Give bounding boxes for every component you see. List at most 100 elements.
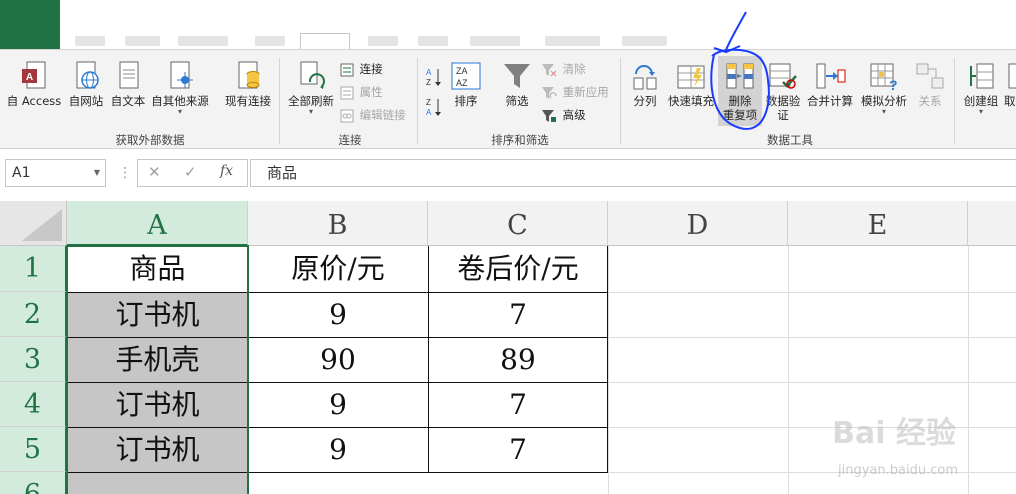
existing-connections-button[interactable]: 现有连接 — [220, 60, 276, 108]
tab-data[interactable] — [300, 33, 350, 49]
from-text-label: 自文本 — [110, 94, 146, 108]
svg-text:Z: Z — [426, 78, 431, 87]
cell-c1[interactable]: 卷后价/元 — [428, 246, 608, 292]
ribbon-tab-strip — [0, 0, 1016, 49]
formula-input[interactable]: 商品 — [250, 159, 1016, 187]
gridline — [608, 246, 609, 494]
relationships-button[interactable]: 关系 — [912, 60, 948, 108]
what-if-analysis-button[interactable]: ? 模拟分析 ▾ — [857, 60, 911, 116]
connections-button[interactable]: 连接 — [340, 60, 383, 78]
sort-button[interactable]: ZA AZ 排序 — [446, 60, 486, 108]
svg-text:ZA: ZA — [456, 66, 468, 76]
sort-ascending-icon: AZ — [426, 68, 441, 87]
cell-c5[interactable]: 7 — [428, 427, 608, 472]
refresh-icon — [300, 61, 325, 89]
column-header-b[interactable]: B — [248, 201, 428, 246]
reapply-label: 重新应用 — [562, 85, 609, 99]
reapply-button[interactable]: 重新应用 — [541, 83, 609, 101]
file-tab[interactable] — [0, 0, 60, 49]
text-to-columns-icon — [633, 65, 657, 90]
clear-label: 清除 — [562, 62, 586, 76]
cell-b4[interactable]: 9 — [248, 382, 428, 427]
name-box[interactable]: A1 ▼ — [5, 159, 106, 187]
group-button[interactable]: 创建组 ▾ — [958, 60, 1004, 116]
ribbon-data: A 自 Access 自网站 自文本 自其他来源 ▾ 现有连接 获取外部数据 全… — [0, 11, 1016, 149]
column-header-c[interactable]: C — [428, 201, 608, 246]
cancel-icon[interactable]: ✕ — [148, 163, 161, 181]
tab-formulas[interactable] — [255, 36, 285, 46]
row-header-3[interactable]: 3 — [0, 337, 67, 382]
from-other-sources-button[interactable]: 自其他来源 ▾ — [148, 60, 212, 116]
group-label-external-data: 获取外部数据 — [115, 133, 185, 147]
column-header-d[interactable]: D — [608, 201, 788, 246]
cell-b3[interactable]: 90 — [248, 337, 428, 382]
web-icon — [76, 61, 99, 89]
edit-links-button[interactable]: 编辑链接 — [340, 106, 406, 124]
svg-text:A: A — [426, 68, 432, 77]
worksheet-grid: A B C D E 1 2 3 4 5 6 商品 订书机 手机壳 订书机 订书机… — [0, 201, 1016, 494]
filter-button[interactable]: 筛选 — [496, 60, 538, 108]
svg-text:?: ? — [889, 77, 898, 92]
advanced-filter-button[interactable]: 高级 — [541, 106, 586, 124]
group-divider — [279, 58, 280, 144]
chevron-down-icon: ▾ — [881, 107, 886, 116]
chevron-down-icon[interactable]: ▼ — [94, 160, 100, 186]
cell-c2[interactable]: 7 — [428, 292, 608, 337]
cell-c3[interactable]: 89 — [428, 337, 608, 382]
tab-page-layout[interactable] — [178, 36, 228, 46]
select-all-button[interactable] — [0, 201, 67, 246]
row-header-1[interactable]: 1 — [0, 246, 67, 292]
gridline — [788, 246, 789, 494]
column-header-f[interactable] — [968, 201, 1016, 246]
cell-b5[interactable]: 9 — [248, 427, 428, 472]
ungroup-button[interactable]: 取 — [1004, 60, 1016, 108]
tab-addins[interactable] — [545, 36, 600, 46]
tab-developer[interactable] — [470, 36, 520, 46]
refresh-all-button[interactable]: 全部刷新 ▾ — [284, 60, 338, 116]
tab-insert[interactable] — [125, 36, 160, 46]
advanced-filter-icon — [542, 109, 556, 122]
text-to-columns-button[interactable]: 分列 — [627, 60, 663, 108]
tab-view[interactable] — [418, 36, 448, 46]
column-header-a[interactable]: A — [67, 201, 248, 246]
cell-c4[interactable]: 7 — [428, 382, 608, 427]
sort-icon: ZA AZ — [451, 62, 481, 90]
edit-links-label: 编辑链接 — [359, 108, 406, 122]
connections-icon — [340, 63, 354, 76]
group-label: 创建组 — [963, 94, 999, 108]
row-header-4[interactable]: 4 — [0, 382, 67, 427]
formula-bar-resize-handle[interactable]: ⋮ — [118, 163, 132, 183]
row-header-5[interactable]: 5 — [0, 427, 67, 472]
what-if-analysis-label: 模拟分析 — [861, 94, 907, 108]
filter-label: 筛选 — [505, 94, 529, 108]
svg-text:A: A — [26, 72, 33, 83]
tab-review[interactable] — [368, 36, 398, 46]
consolidate-button[interactable]: 合并计算 — [804, 60, 856, 108]
cell-b2[interactable]: 9 — [248, 292, 428, 337]
column-header-e[interactable]: E — [788, 201, 968, 246]
group-divider — [954, 58, 955, 144]
enter-icon[interactable]: ✓ — [184, 163, 197, 181]
name-box-value: A1 — [12, 165, 31, 181]
from-text-button[interactable]: 自文本 — [108, 60, 148, 108]
clear-filter-button[interactable]: 清除 — [541, 60, 586, 78]
advanced-label: 高级 — [562, 108, 586, 122]
existing-connections-label: 现有连接 — [225, 94, 271, 108]
insert-function-icon[interactable]: fx — [220, 163, 233, 179]
sort-descending-button[interactable]: ZA — [425, 96, 445, 117]
from-access-button[interactable]: A 自 Access — [4, 60, 64, 108]
ungroup-label: 取 — [1004, 94, 1016, 108]
row-header-6[interactable]: 6 — [0, 472, 67, 494]
from-web-button[interactable]: 自网站 — [64, 60, 108, 108]
row-header-2[interactable]: 2 — [0, 292, 67, 337]
sort-ascending-button[interactable]: AZ — [425, 66, 445, 87]
properties-button[interactable]: 属性 — [340, 83, 383, 101]
from-other-sources-label: 自其他来源 — [151, 94, 209, 108]
consolidate-icon — [816, 63, 846, 89]
tab-team[interactable] — [622, 36, 667, 46]
cell-b1[interactable]: 原价/元 — [248, 246, 428, 292]
tab-home[interactable] — [75, 36, 105, 46]
chevron-down-icon: ▾ — [978, 107, 983, 116]
chevron-down-icon: ▾ — [308, 107, 313, 116]
table-border — [428, 246, 429, 472]
